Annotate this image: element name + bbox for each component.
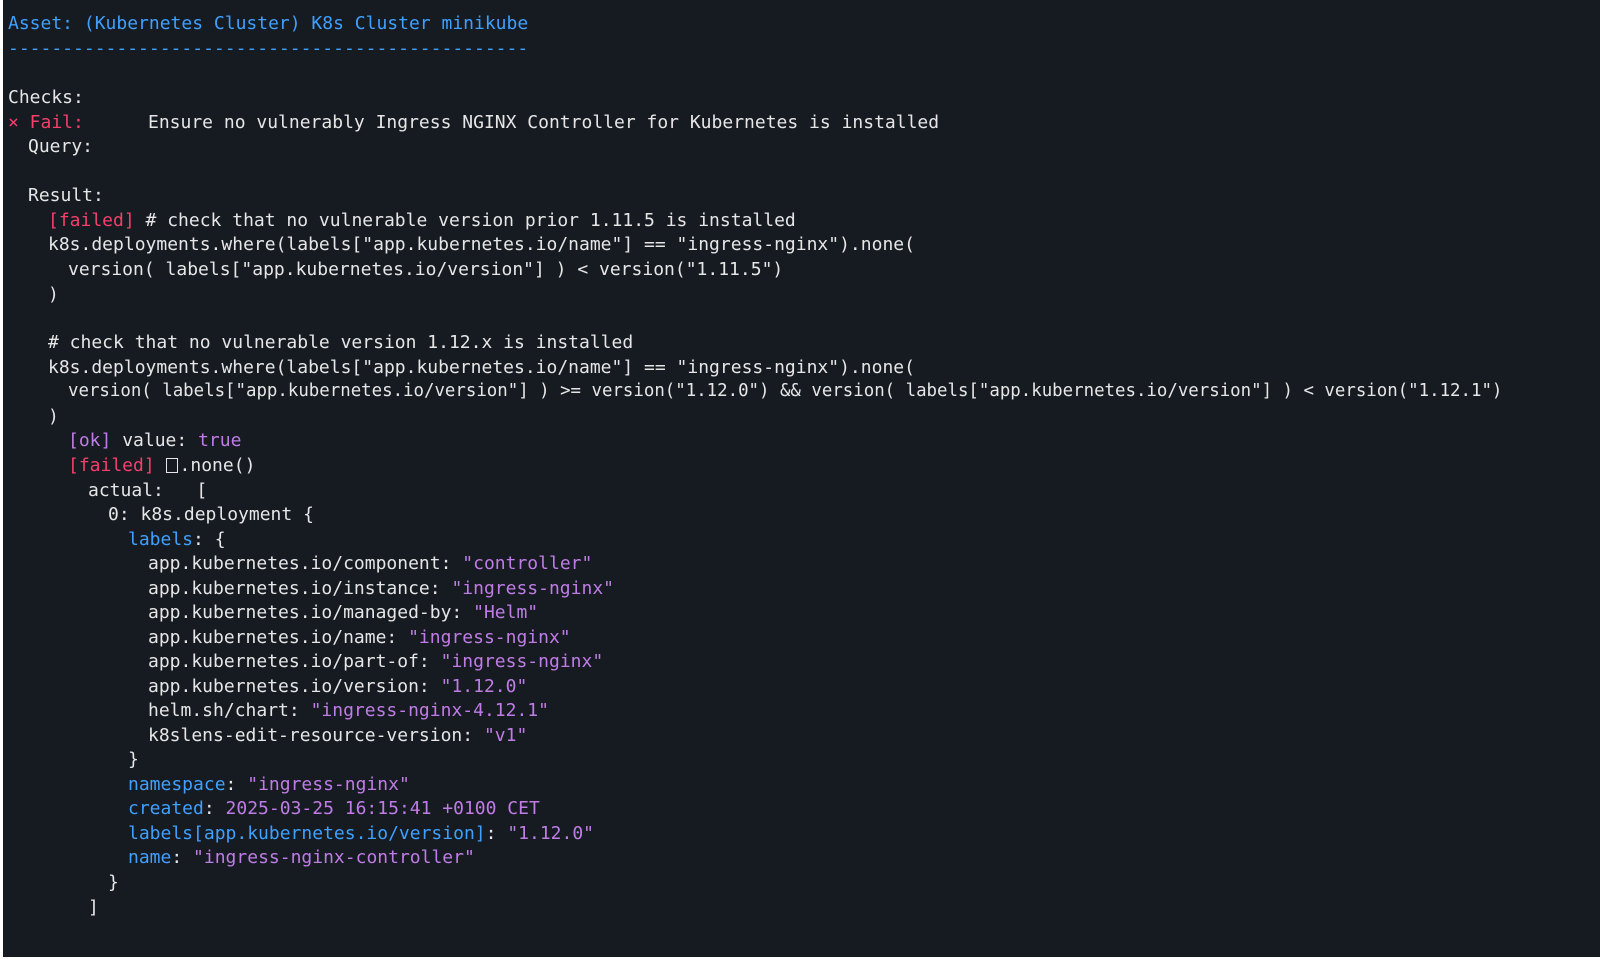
label-key: app.kubernetes.io/name: bbox=[148, 627, 409, 648]
comment-2: # check that no vulnerable version 1.12.… bbox=[48, 332, 634, 353]
label-value: "ingress-nginx" bbox=[408, 627, 571, 648]
label-entry: app.kubernetes.io/part-of: "ingress-ngin… bbox=[148, 649, 603, 674]
label-entry: app.kubernetes.io/version: "1.12.0" bbox=[148, 674, 527, 699]
label-key: k8slens-edit-resource-version: bbox=[148, 725, 484, 746]
asset-header: Asset: (Kubernetes Cluster) K8s Cluster … bbox=[8, 13, 529, 34]
labels-close: } bbox=[128, 749, 139, 770]
field-separator: : bbox=[171, 847, 194, 868]
ok-tag: [ok] bbox=[68, 430, 112, 451]
item-close: } bbox=[108, 872, 119, 893]
label-value: "ingress-nginx-4.12.1" bbox=[310, 700, 549, 721]
label-key: app.kubernetes.io/managed-by: bbox=[148, 602, 474, 623]
label-key: app.kubernetes.io/part-of: bbox=[148, 651, 441, 672]
field-created: created: 2025-03-25 16:15:41 +0100 CET bbox=[128, 796, 540, 821]
field-separator: : bbox=[203, 798, 226, 819]
code-1-line-3: ) bbox=[48, 284, 59, 305]
label-entry: k8slens-edit-resource-version: "v1" bbox=[148, 723, 527, 748]
ok-result-line: [ok] value: true bbox=[68, 428, 241, 453]
label-key: app.kubernetes.io/component: bbox=[148, 553, 463, 574]
deployment-item-header: 0: k8s.deployment { bbox=[108, 504, 314, 525]
field-key: created bbox=[128, 798, 204, 819]
fail-marker: × Fail: bbox=[8, 112, 84, 133]
field-value: "ingress-nginx-controller" bbox=[193, 847, 475, 868]
result-label: Result: bbox=[28, 185, 104, 206]
code-2-line-2: version( labels["app.kubernetes.io/versi… bbox=[68, 381, 1503, 401]
ok-value-label: value: bbox=[111, 430, 199, 451]
field-version-label: labels[app.kubernetes.io/version]: "1.12… bbox=[128, 821, 594, 846]
field-key: namespace bbox=[128, 774, 226, 795]
label-value: "v1" bbox=[483, 725, 528, 746]
array-close: ] bbox=[88, 897, 99, 918]
labels-open: : { bbox=[193, 529, 226, 550]
label-value: "controller" bbox=[462, 553, 593, 574]
field-key: labels[app.kubernetes.io/version] bbox=[128, 823, 486, 844]
field-name: name: "ingress-nginx-controller" bbox=[128, 845, 475, 870]
label-entry: helm.sh/chart: "ingress-nginx-4.12.1" bbox=[148, 698, 549, 723]
terminal-output: Asset: (Kubernetes Cluster) K8s Cluster … bbox=[3, 0, 1600, 957]
code-1-line-1: k8s.deployments.where(labels["app.kubern… bbox=[48, 234, 915, 255]
labels-key: labels bbox=[128, 529, 194, 550]
code-2-line-3: ) bbox=[48, 406, 59, 427]
field-namespace: namespace: "ingress-nginx" bbox=[128, 772, 410, 797]
label-key: app.kubernetes.io/version: bbox=[148, 676, 441, 697]
label-entry: app.kubernetes.io/instance: "ingress-ngi… bbox=[148, 576, 614, 601]
query-label: Query: bbox=[28, 136, 94, 157]
asset-header-rule: ----------------------------------------… bbox=[8, 38, 529, 59]
field-key: name bbox=[128, 847, 172, 868]
labels-line: labels: { bbox=[128, 527, 226, 552]
checks-heading: Checks: bbox=[8, 87, 84, 108]
failed-tag: [failed] bbox=[48, 210, 135, 231]
label-value: "ingress-nginx" bbox=[440, 651, 604, 672]
empty-box-icon bbox=[165, 458, 178, 473]
label-value: "ingress-nginx" bbox=[451, 578, 614, 599]
label-key: app.kubernetes.io/instance: bbox=[148, 578, 452, 599]
comment-1: # check that no vulnerable version prior… bbox=[134, 210, 796, 231]
label-entry: app.kubernetes.io/name: "ingress-nginx" bbox=[148, 625, 571, 650]
field-separator: : bbox=[225, 774, 248, 795]
label-entry: app.kubernetes.io/component: "controller… bbox=[148, 551, 592, 576]
field-separator: : bbox=[485, 823, 508, 844]
failed-result-line: [failed] .none() bbox=[68, 453, 255, 478]
label-value: "Helm" bbox=[473, 602, 539, 623]
ok-value: true bbox=[198, 430, 242, 451]
fail-check-title: Ensure no vulnerably Ingress NGINX Contr… bbox=[148, 112, 940, 133]
label-value: "1.12.0" bbox=[440, 676, 528, 697]
label-entry: app.kubernetes.io/managed-by: "Helm" bbox=[148, 600, 538, 625]
code-1-line-2: version( labels["app.kubernetes.io/versi… bbox=[68, 259, 784, 280]
field-value: "1.12.0" bbox=[507, 823, 595, 844]
field-value: 2025-03-25 16:15:41 +0100 CET bbox=[225, 798, 540, 819]
none-call: .none() bbox=[179, 455, 256, 476]
result-line-1: [failed] # check that no vulnerable vers… bbox=[48, 208, 796, 233]
field-value: "ingress-nginx" bbox=[247, 774, 410, 795]
code-2-line-1: k8s.deployments.where(labels["app.kubern… bbox=[48, 357, 915, 378]
label-key: helm.sh/chart: bbox=[148, 700, 311, 721]
actual-label: actual: [ bbox=[88, 480, 208, 501]
failed-tag-2: [failed] bbox=[68, 455, 155, 476]
